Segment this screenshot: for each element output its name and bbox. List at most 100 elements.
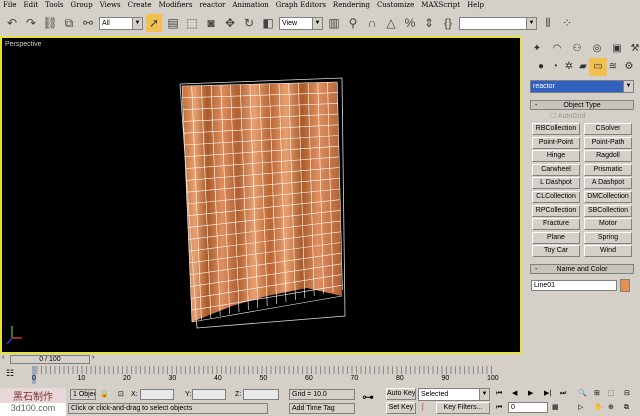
object-type-button-prismatic[interactable]: Prismatic [584,163,632,176]
create-tab-icon[interactable]: ✦ [528,40,546,58]
move-icon[interactable]: ✥ [222,14,238,32]
display-tab-icon[interactable]: ▣ [608,40,626,58]
hierarchy-tab-icon[interactable]: ⚇ [568,40,586,58]
object-type-button-rbcollection[interactable]: RBCollection [532,123,580,135]
menu-animation[interactable]: Animation [232,0,268,11]
object-type-button-spring[interactable]: Spring [584,231,632,244]
menu-create[interactable]: Create [128,0,152,11]
object-type-button-fracture[interactable]: Fracture [532,218,580,231]
name-and-color-rollout[interactable]: - Name and Color [530,264,634,274]
key-mode-toggle-icon[interactable]: ⏮ [496,402,502,413]
key-mode-dropdown[interactable]: Selected ▼ [418,388,490,401]
zoom-extents-icon[interactable]: ⬚ [608,388,615,399]
pan-icon[interactable]: ✋ [594,402,603,413]
auto-key-button[interactable]: Auto Key [386,388,416,400]
object-type-button-point-path[interactable]: Point-Path [584,136,632,149]
mirror-icon[interactable]: ⫴ [540,14,556,32]
align-icon[interactable]: ⁘ [559,14,575,32]
zoom-all-icon[interactable]: ⊞ [594,388,600,399]
object-type-button-l-dashpot[interactable]: L Dashpot [532,177,580,190]
menu-help[interactable]: Help [467,0,484,11]
object-color-swatch[interactable] [620,279,630,292]
manipulate-icon[interactable]: ⚲ [345,14,361,32]
utilities-tab-icon[interactable]: ⚒ [626,40,640,58]
object-type-button-hinge[interactable]: Hinge [532,150,580,163]
select-by-name-icon[interactable]: ▤ [165,14,181,32]
object-type-button-dmcollection[interactable]: DMCollection [584,191,632,203]
next-frame-icon[interactable]: › [92,354,94,361]
zoom-extents-all-icon[interactable]: ⊟ [624,388,630,399]
z-coord-input[interactable] [243,389,279,400]
window-crossing-icon[interactable]: ◙ [203,14,219,32]
orbit-icon[interactable]: ⊕ [608,402,614,413]
prev-frame-icon[interactable]: ‹ [2,354,10,364]
object-type-button-csolver[interactable]: CSolver [584,123,632,135]
autogrid-checkbox[interactable]: ☐ AutoGrid [550,112,585,120]
maximize-viewport-icon[interactable]: ⧉ [624,402,629,413]
menu-edit[interactable]: Edit [23,0,38,11]
object-type-button-a-dashpot[interactable]: A Dashpot [584,177,632,190]
motion-tab-icon[interactable]: ◎ [588,40,606,58]
y-coord-input[interactable] [192,389,226,400]
menu-file[interactable]: File [3,0,16,11]
named-selection-icon[interactable]: {} [440,14,456,32]
rect-selection-icon[interactable]: ⬚ [184,14,200,32]
menu-reactor[interactable]: reactor [199,0,225,11]
object-type-button-sbcollection[interactable]: SBCollection [584,204,632,217]
x-coord-input[interactable] [140,389,174,400]
goto-start-icon[interactable]: ⏮ [496,388,502,399]
rotate-icon[interactable]: ↻ [241,14,257,32]
object-type-rollout[interactable]: - Object Type [530,100,634,110]
menu-maxscript[interactable]: MAXScript [421,0,460,11]
named-selection-dropdown[interactable]: ▼ [459,16,537,30]
menu-views[interactable]: Views [100,0,121,11]
object-type-button-toy-car[interactable]: Toy Car [532,245,580,258]
menu-modifiers[interactable]: Modifiers [159,0,193,11]
trackbar-icon[interactable]: ☷ [6,368,14,379]
link-icon[interactable]: ⛓ [42,14,58,32]
set-key-key-icon[interactable]: ⊶ [362,391,374,403]
scale-icon[interactable]: ◧ [260,14,276,32]
select-object-icon[interactable]: ➚ [146,14,162,32]
object-type-button-clcollection[interactable]: CLCollection [532,191,580,203]
category-dropdown[interactable]: reactor ▼ [530,80,634,93]
modify-tab-icon[interactable]: ◠ [548,40,566,58]
unlink-icon[interactable]: ⧉ [61,14,77,32]
object-name-input[interactable]: Line01 [531,280,617,291]
perspective-viewport[interactable]: Perspective [0,36,522,354]
spinner-snap-icon[interactable]: ⇕ [421,14,437,32]
object-type-button-wind[interactable]: Wind [584,245,632,258]
object-type-button-carwheel[interactable]: Carwheel [532,163,580,176]
percent-snap-icon[interactable]: % [402,14,418,32]
pivot-icon[interactable]: ▥ [326,14,342,32]
play-icon[interactable]: ▶ [528,388,533,399]
bind-space-warp-icon[interactable]: ⚯ [80,14,96,32]
cloth-mesh[interactable] [2,38,520,352]
object-type-button-plane[interactable]: Plane [532,231,580,244]
object-type-button-point-point[interactable]: Point-Point [532,136,580,149]
prev-key-icon[interactable]: ◀ [512,388,517,399]
zoom-icon[interactable]: 🔍 [578,388,587,399]
time-slider[interactable]: 0 / 100 [10,355,90,364]
systems-icon[interactable]: ⚙ [620,58,638,76]
redo-icon[interactable]: ↷ [23,14,39,32]
menu-graph-editors[interactable]: Graph Editors [276,0,326,11]
snap-icon[interactable]: ∩ [364,14,380,32]
menu-tools[interactable]: Tools [45,0,63,11]
object-type-button-rpcollection[interactable]: RPCollection [532,204,580,217]
absolute-mode-icon[interactable]: ⊡ [118,389,124,400]
undo-icon[interactable]: ↶ [4,14,20,32]
object-type-button-ragdoll[interactable]: Ragdoll [584,150,632,163]
key-filters-button[interactable]: Key Filters... [436,402,490,414]
menu-rendering[interactable]: Rendering [333,0,370,11]
next-key-icon[interactable]: ▶| [544,388,551,399]
set-key-button[interactable]: Set Key [386,402,416,414]
add-time-tag-button[interactable]: Add Time Tag [289,403,355,414]
reference-coord-dropdown[interactable]: View ▼ [279,16,323,30]
menu-group[interactable]: Group [71,0,93,11]
menu-customize[interactable]: Customize [377,0,414,11]
default-tangent-icon[interactable]: ʃ [422,402,424,413]
angle-snap-icon[interactable]: △ [383,14,399,32]
lock-icon[interactable]: 🔒 [100,389,109,400]
object-type-button-motor[interactable]: Motor [584,218,632,231]
